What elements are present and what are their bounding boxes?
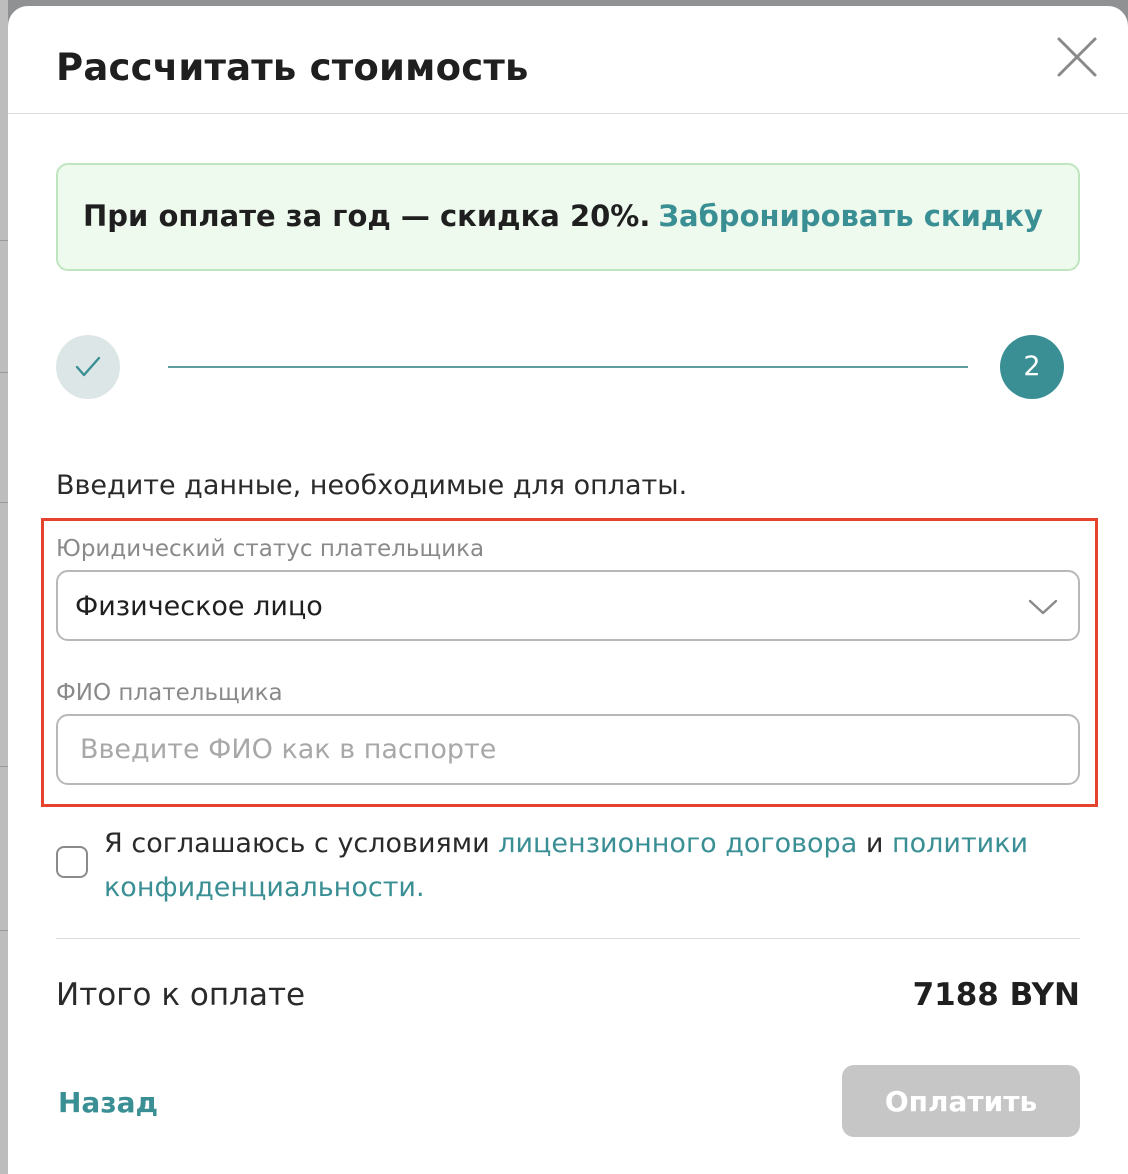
license-agreement-link[interactable]: лицензионного договора xyxy=(498,828,857,859)
payer-status-value: Физическое лицо xyxy=(75,591,323,622)
agreement-conjunction: и xyxy=(857,828,892,859)
stepper-progress-line xyxy=(168,366,968,368)
reserve-discount-link[interactable]: Забронировать скидку xyxy=(658,199,1043,233)
agreement-checkbox[interactable] xyxy=(56,846,88,878)
total-label: Итого к оплате xyxy=(56,977,306,1013)
payer-status-select[interactable]: Физическое лицо xyxy=(56,570,1080,641)
modal-header: Рассчитать стоимость xyxy=(8,6,1128,114)
modal-title: Рассчитать стоимость xyxy=(56,46,529,89)
form-instruction: Введите данные, необходимые для оплаты. xyxy=(56,470,688,501)
agreement-text: Я соглашаюсь с условиями лицензионного д… xyxy=(104,822,1044,910)
discount-text: При оплате за год — скидка 20%. xyxy=(83,199,651,233)
close-button[interactable] xyxy=(1056,36,1098,78)
step-1-completed xyxy=(56,335,120,399)
page-backdrop xyxy=(0,0,8,1174)
payer-name-label: ФИО плательщика xyxy=(56,680,283,706)
payer-name-field xyxy=(56,714,1080,785)
discount-banner: При оплате за год — скидка 20%. Заброниро… xyxy=(56,163,1080,271)
calculate-cost-modal: Рассчитать стоимость При оплате за год —… xyxy=(8,6,1128,1174)
payer-status-label: Юридический статус плательщика xyxy=(56,536,485,562)
checkmark-icon xyxy=(75,356,101,377)
back-button[interactable]: Назад xyxy=(58,1086,158,1119)
pay-button[interactable]: Оплатить xyxy=(842,1065,1080,1137)
summary-divider xyxy=(56,938,1080,939)
close-icon xyxy=(1057,37,1097,77)
agreement-prefix: Я соглашаюсь с условиями xyxy=(104,828,499,859)
payer-name-input[interactable] xyxy=(58,716,1078,783)
chevron-down-icon xyxy=(1028,599,1058,615)
total-amount: 7188 BYN xyxy=(912,977,1080,1013)
step-2-current: 2 xyxy=(1000,335,1064,399)
